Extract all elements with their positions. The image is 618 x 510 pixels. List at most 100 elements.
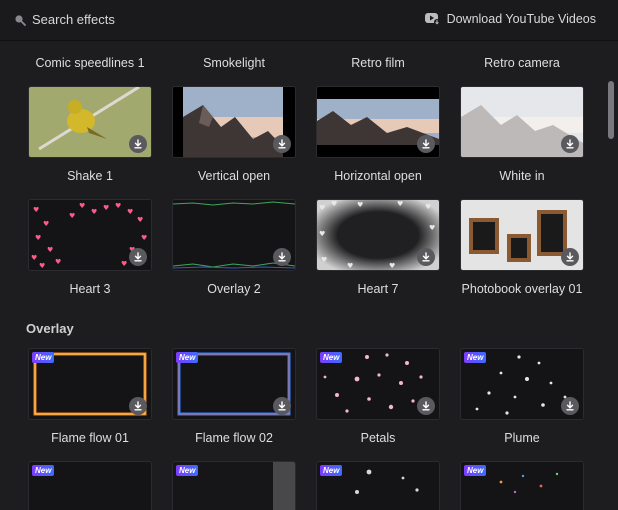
svg-text:♥: ♥ [115, 202, 121, 210]
download-button[interactable] [561, 135, 579, 153]
effect-thumbnail-white-in-frames[interactable] [460, 199, 584, 271]
svg-text:♥: ♥ [55, 258, 61, 266]
effect-label: Smokelight [203, 56, 265, 70]
download-icon [566, 401, 574, 411]
new-badge: New [320, 465, 343, 476]
effect-label: Flame flow 02 [195, 431, 273, 445]
svg-text:♥: ♥ [319, 204, 325, 212]
new-badge: New [464, 465, 487, 476]
download-button[interactable] [129, 397, 147, 415]
svg-text:♥: ♥ [69, 212, 75, 220]
svg-text:♥: ♥ [321, 256, 327, 264]
effect-thumbnail[interactable]: New [172, 461, 296, 510]
svg-text:♥: ♥ [35, 234, 41, 242]
download-button[interactable] [273, 397, 291, 415]
download-icon [134, 252, 142, 262]
download-icon [278, 139, 286, 149]
svg-text:♥: ♥ [91, 208, 97, 216]
svg-text:♥: ♥ [141, 234, 147, 242]
svg-text:♥: ♥ [357, 201, 363, 209]
effect-label: White in [499, 169, 545, 183]
effect-thumbnail[interactable]: New [316, 461, 440, 510]
effects-grid: Comic speedlines 1 Smokelight Retro film… [0, 41, 604, 510]
download-icon [278, 401, 286, 411]
effect-thumbnail-white-in[interactable] [460, 86, 584, 158]
effect-label: Horizontal open [334, 169, 422, 183]
search-input[interactable]: Search effects [32, 12, 115, 27]
svg-text:♥: ♥ [33, 206, 39, 214]
download-icon [566, 252, 574, 262]
effect-label: Shake 1 [67, 169, 113, 183]
download-button[interactable] [273, 248, 291, 266]
effect-thumbnail-plume[interactable]: New [460, 348, 584, 420]
effect-thumbnail[interactable]: New [460, 461, 584, 510]
effect-label: Vertical open [197, 169, 271, 183]
svg-text:♥: ♥ [39, 262, 45, 270]
section-title-overlay: Overlay [26, 321, 74, 336]
new-badge: New [32, 352, 55, 363]
top-bar: Search effects Download YouTube Videos [0, 0, 618, 41]
svg-text:♥: ♥ [397, 200, 403, 208]
download-button[interactable] [129, 248, 147, 266]
effect-label: Comic speedlines 1 [35, 56, 145, 70]
svg-text:♥: ♥ [137, 216, 143, 224]
download-youtube-link[interactable]: Download YouTube Videos [424, 12, 596, 26]
svg-text:♥: ♥ [31, 254, 37, 262]
download-icon [566, 139, 574, 149]
search-box[interactable]: Search effects [14, 12, 115, 27]
effect-thumbnail-flame-flow-02[interactable]: New [172, 348, 296, 420]
effect-thumbnail-overlay-2[interactable] [172, 199, 296, 271]
svg-text:♥: ♥ [79, 202, 85, 210]
effect-thumbnail-vertical-open[interactable] [172, 86, 296, 158]
scrollbar-thumb[interactable] [608, 81, 614, 139]
new-badge: New [32, 465, 55, 476]
svg-text:♥: ♥ [319, 230, 325, 238]
effect-thumbnail-heart-3[interactable]: ♥♥♥ ♥♥♥ ♥♥♥ ♥♥♥ ♥♥♥ ♥♥ [28, 199, 152, 271]
download-button[interactable] [561, 248, 579, 266]
svg-text:♥: ♥ [121, 260, 127, 268]
scrollbar[interactable] [604, 41, 618, 510]
download-youtube-label: Download YouTube Videos [446, 12, 596, 26]
effect-label: Retro camera [484, 56, 560, 70]
effect-label: Flame flow 01 [51, 431, 129, 445]
search-icon [15, 14, 26, 26]
effect-thumbnail-flame-flow-01[interactable]: New [28, 348, 152, 420]
effect-label: Plume [504, 431, 540, 445]
effect-label: Overlay 2 [207, 282, 261, 296]
effect-label: Petals [360, 431, 396, 445]
download-button[interactable] [417, 248, 435, 266]
new-badge: New [464, 352, 487, 363]
download-icon [422, 139, 430, 149]
effect-thumbnail[interactable]: New [28, 461, 152, 510]
new-badge: New [176, 352, 199, 363]
effect-label: Heart 3 [69, 282, 111, 296]
svg-text:♥: ♥ [43, 220, 49, 228]
youtube-download-icon [424, 13, 440, 25]
download-icon [422, 252, 430, 262]
svg-text:♥: ♥ [425, 203, 431, 211]
svg-text:♥: ♥ [389, 262, 395, 270]
svg-text:♥: ♥ [103, 204, 109, 212]
download-icon [134, 139, 142, 149]
effect-thumbnail-horizontal-open[interactable] [316, 86, 440, 158]
svg-text:♥: ♥ [331, 200, 337, 208]
download-button[interactable] [561, 397, 579, 415]
svg-text:♥: ♥ [127, 208, 133, 216]
download-icon [278, 252, 286, 262]
download-button[interactable] [273, 135, 291, 153]
download-button[interactable] [417, 397, 435, 415]
new-badge: New [176, 465, 199, 476]
download-button[interactable] [129, 135, 147, 153]
download-icon [134, 401, 142, 411]
effect-thumbnail-heart-7[interactable]: ♥♥♥ ♥♥♥ ♥♥♥ ♥♥ [316, 199, 440, 271]
svg-text:♥: ♥ [347, 262, 353, 270]
effect-label: Retro film [351, 56, 405, 70]
effect-label: Photobook overlay 01 [461, 282, 583, 296]
new-badge: New [320, 352, 343, 363]
effect-label: Heart 7 [357, 282, 399, 296]
effect-thumbnail-petals[interactable]: New [316, 348, 440, 420]
svg-text:♥: ♥ [429, 224, 435, 232]
download-icon [422, 401, 430, 411]
download-button[interactable] [417, 135, 435, 153]
effect-thumbnail-shake-1[interactable] [28, 86, 152, 158]
